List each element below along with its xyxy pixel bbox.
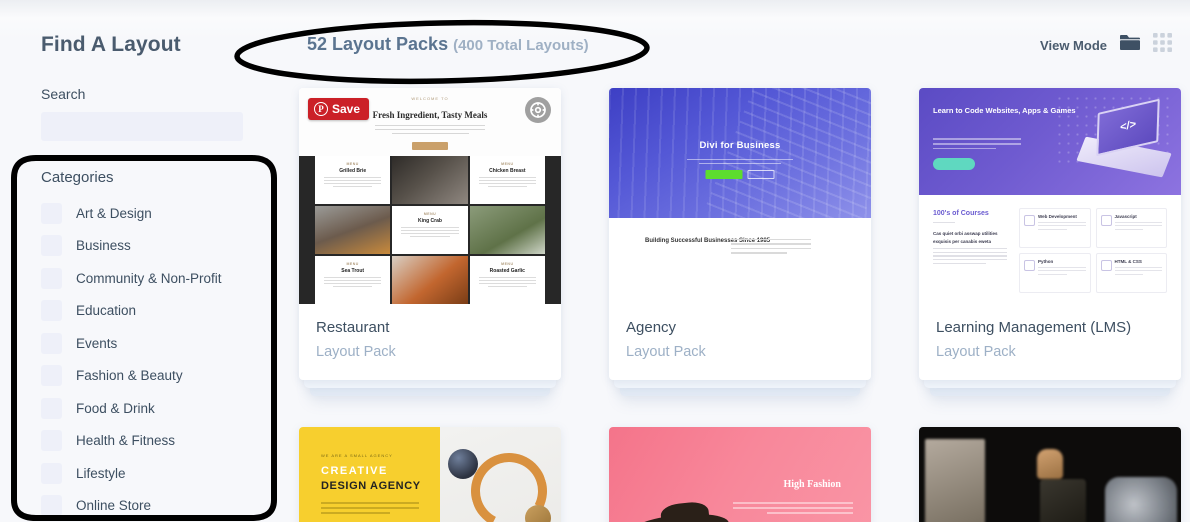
thumb-headline: High Fashion [783, 478, 841, 490]
thumb-eyebrow: WE ARE A SMALL AGENCY [321, 452, 393, 458]
crosshair-target-icon[interactable] [525, 97, 551, 123]
layout-pack-card-agency[interactable]: Divi for Business Building Successful Bu… [609, 88, 871, 396]
category-item-health-fitness[interactable]: Health & Fitness [41, 425, 276, 458]
header-bar: Find A Layout 52 Layout Packs (400 Total… [0, 0, 1190, 78]
pinterest-save-button[interactable]: P Save [308, 98, 370, 120]
grid-view-icon[interactable] [1153, 33, 1172, 57]
category-label: Lifestyle [76, 465, 126, 481]
checkbox-icon[interactable] [41, 430, 62, 452]
category-label: Events [76, 335, 118, 351]
category-item-lifestyle[interactable]: Lifestyle [41, 457, 276, 490]
card-subtitle: Layout Pack [626, 343, 706, 360]
thumbnail-art-agency: Divi for Business Building Successful Bu… [609, 88, 871, 304]
category-item-online-store[interactable]: Online Store [41, 490, 276, 522]
pinterest-icon: P [314, 102, 328, 116]
layout-browser-app: Find A Layout 52 Layout Packs (400 Total… [0, 0, 1190, 522]
categories-title: Categories [41, 169, 114, 186]
layout-pack-card-high-fashion[interactable]: High Fashion [609, 426, 871, 522]
category-label: Health & Fitness [76, 433, 176, 449]
category-item-community-non-profit[interactable]: Community & Non-Profit [41, 262, 276, 295]
card-thumbnail: Learn to Code Websites, Apps & Games </>… [919, 88, 1181, 304]
thumb-tile-label: Grilled Brie [339, 168, 367, 174]
card-body: Learning Management (LMS) Layout Pack [919, 304, 1181, 380]
view-mode-controls: View Mode [1040, 33, 1172, 57]
category-label: Food & Drink [76, 400, 155, 416]
thumbnail-art-high-fashion: High Fashion [609, 426, 871, 522]
card-thumbnail: Divi for Business Building Successful Bu… [609, 88, 871, 304]
thumb-tile-label: Roasted Garlic [489, 268, 525, 274]
card-body: Agency Layout Pack [609, 304, 871, 380]
card-subtitle: Layout Pack [316, 343, 396, 360]
category-item-fashion-beauty[interactable]: Fashion & Beauty [41, 360, 276, 393]
thumb-course-label: HTML & CSS [1114, 259, 1142, 264]
thumb-headline: Learn to Code Websites, Apps & Games [933, 106, 1076, 115]
card-body: Restaurant Layout Pack [299, 304, 561, 380]
checkbox-icon[interactable] [41, 462, 62, 484]
category-label: Education [76, 303, 137, 319]
thumb-tile-label: Sea Trout [341, 268, 365, 274]
checkbox-icon[interactable] [41, 495, 62, 517]
checkbox-icon[interactable] [41, 235, 62, 257]
packs-count-number: 52 Layout Packs [307, 34, 449, 54]
card-thumbnail: High Fashion [609, 426, 871, 522]
checkbox-icon[interactable] [41, 202, 62, 224]
card-title: Learning Management (LMS) [936, 319, 1132, 336]
search-input[interactable] [41, 112, 243, 141]
layout-pack-grid: P Save WELCOME TO Fresh Ingredient, Tast… [299, 88, 1190, 522]
card-thumbnail: WE ARE A SMALL AGENCY CREATIVE DESIGN AG… [299, 426, 561, 522]
category-item-education[interactable]: Education [41, 295, 276, 328]
thumbnail-art-creative-design-agency: WE ARE A SMALL AGENCY CREATIVE DESIGN AG… [299, 426, 561, 522]
thumb-tile-label: King Crab [418, 218, 442, 224]
pinterest-save-label: Save [332, 102, 361, 116]
search-label: Search [41, 86, 86, 102]
card-subtitle: Layout Pack [936, 343, 1016, 360]
thumbnail-art-coffee-house: COFFEE HOUSE Serving Only The Best Since… [919, 426, 1181, 522]
thumbnail-art-restaurant: WELCOME TO Fresh Ingredient, Tasty Meals… [299, 88, 561, 304]
checkbox-icon[interactable] [41, 267, 62, 289]
thumb-headline: Divi for Business [699, 140, 781, 151]
checkbox-icon[interactable] [41, 300, 62, 322]
thumb-course-label: Python [1038, 259, 1054, 264]
category-label: Business [76, 238, 131, 254]
card-title: Restaurant [316, 319, 390, 336]
layout-pack-card-restaurant[interactable]: P Save WELCOME TO Fresh Ingredient, Tast… [299, 88, 561, 396]
checkbox-icon[interactable] [41, 397, 62, 419]
checkbox-icon[interactable] [41, 365, 62, 387]
thumb-headline-1: CREATIVE [321, 464, 388, 477]
thumb-headline-2: DESIGN AGENCY [321, 479, 421, 492]
page-title: Find A Layout [41, 33, 181, 56]
layout-packs-count: 52 Layout Packs (400 Total Layouts) [307, 34, 589, 55]
category-item-art-design[interactable]: Art & Design [41, 197, 276, 230]
category-label: Online Store [76, 498, 152, 514]
thumbnail-art-lms: Learn to Code Websites, Apps & Games </>… [919, 88, 1181, 304]
total-layouts-count: (400 Total Layouts) [453, 37, 589, 54]
category-label: Art & Design [76, 205, 152, 221]
category-item-business[interactable]: Business [41, 230, 276, 263]
thumb-course-label: Web Development [1038, 214, 1077, 219]
checkbox-icon[interactable] [41, 332, 62, 354]
layout-pack-card-lms[interactable]: Learn to Code Websites, Apps & Games </>… [919, 88, 1181, 396]
layout-pack-card-coffee-house[interactable]: COFFEE HOUSE Serving Only The Best Since… [919, 426, 1181, 522]
thumb-tile-label: Chicken Breast [489, 168, 526, 174]
category-item-events[interactable]: Events [41, 327, 276, 360]
category-item-food-drink[interactable]: Food & Drink [41, 392, 276, 425]
folder-view-icon[interactable] [1119, 33, 1141, 57]
card-thumbnail: COFFEE HOUSE Serving Only The Best Since… [919, 426, 1181, 522]
thumb-section-title: 100's of Courses [933, 210, 989, 217]
category-label: Fashion & Beauty [76, 368, 183, 384]
categories-list: Art & Design Business Community & Non-Pr… [41, 197, 276, 522]
category-label: Community & Non-Profit [76, 270, 222, 286]
thumb-course-label: Javascript [1114, 214, 1137, 219]
layout-pack-card-creative-design-agency[interactable]: WE ARE A SMALL AGENCY CREATIVE DESIGN AG… [299, 426, 561, 522]
view-mode-label: View Mode [1040, 37, 1107, 53]
card-thumbnail: P Save WELCOME TO Fresh Ingredient, Tast… [299, 88, 561, 304]
card-title: Agency [626, 319, 677, 336]
